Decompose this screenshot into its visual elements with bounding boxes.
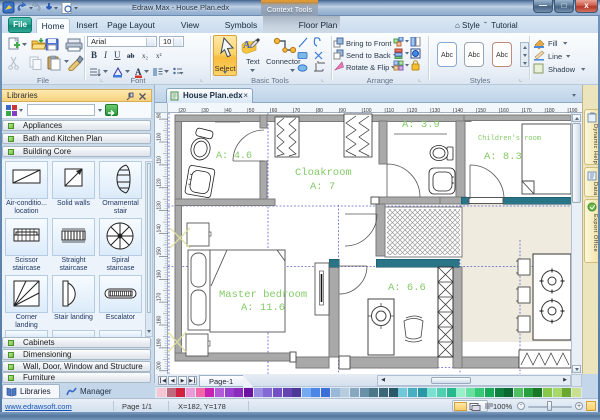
svg-text:Connector: Connector xyxy=(266,57,301,66)
svg-text:x₂: x₂ xyxy=(142,52,149,60)
svg-text:A: 11.6: A: 11.6 xyxy=(241,302,285,314)
svg-text:A: 8.3: A: 8.3 xyxy=(484,151,522,163)
svg-text:Cloakroom: Cloakroom xyxy=(295,167,352,179)
svg-text:180: 180 xyxy=(157,315,163,324)
svg-text:Shadow: Shadow xyxy=(548,65,576,74)
svg-text:A: 7: A: 7 xyxy=(310,181,335,193)
svg-text:Bring to Front: Bring to Front xyxy=(346,39,392,48)
svg-text:110: 110 xyxy=(157,156,163,164)
svg-text:200: 200 xyxy=(157,361,163,370)
svg-text:Text: Text xyxy=(246,57,261,66)
svg-text:A: 6.6: A: 6.6 xyxy=(388,282,426,294)
svg-text:Children's room: Children's room xyxy=(478,135,541,143)
svg-text:150: 150 xyxy=(157,247,163,256)
svg-text:Master bedroom: Master bedroom xyxy=(219,289,307,301)
svg-text:U: U xyxy=(114,50,121,60)
svg-text:Fill: Fill xyxy=(548,39,558,48)
svg-text:Rotate & Flip: Rotate & Flip xyxy=(346,63,389,72)
svg-text:90: 90 xyxy=(157,113,163,118)
svg-text:A: A xyxy=(243,40,251,51)
svg-text:B: B xyxy=(91,50,97,60)
svg-text:120: 120 xyxy=(157,178,163,187)
svg-text:Send to Back: Send to Back xyxy=(346,51,391,60)
svg-text:140: 140 xyxy=(157,224,163,233)
svg-text:160: 160 xyxy=(157,270,163,279)
svg-text:I: I xyxy=(103,50,108,60)
svg-text:Line: Line xyxy=(548,52,562,61)
svg-text:190: 190 xyxy=(157,338,163,347)
svg-text:130: 130 xyxy=(157,201,163,210)
svg-text:A: 3.9: A: 3.9 xyxy=(402,119,440,131)
svg-text:A: 4.6: A: 4.6 xyxy=(216,151,252,162)
svg-text:x²: x² xyxy=(156,52,162,60)
svg-text:170: 170 xyxy=(157,293,163,302)
svg-text:ab: ab xyxy=(127,52,135,60)
svg-text:100: 100 xyxy=(157,132,163,141)
